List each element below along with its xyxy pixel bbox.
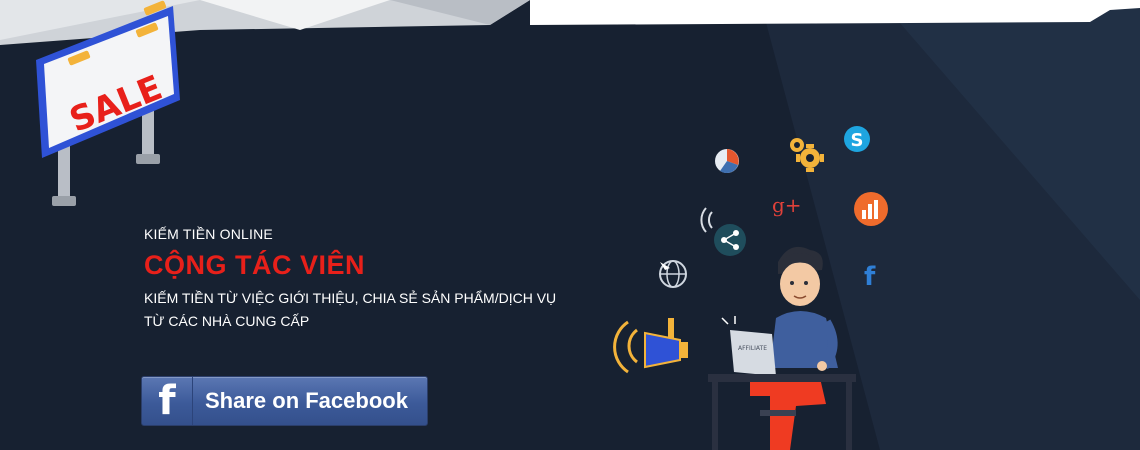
google-plus-icon: g+ <box>772 193 802 217</box>
affiliate-illustration: S g+ f AFFILIATE <box>613 126 888 450</box>
share-button-label: Share on Facebook <box>205 388 408 413</box>
analytics-chart-icon <box>854 192 888 226</box>
facebook-icon: f <box>142 377 193 425</box>
hero-kicker: KIẾM TIỀN ONLINE <box>144 226 273 242</box>
share-icon <box>714 224 746 256</box>
sale-billboard: SALE <box>36 0 180 206</box>
hero-copy: KIẾM TIỀN ONLINE CỘNG TÁC VIÊN KIẾM TIỀN… <box>144 226 556 333</box>
signal-icon <box>700 207 713 233</box>
hero-description-line-2: TỪ CÁC NHÀ CUNG CẤP <box>144 313 310 329</box>
globe-icon <box>659 260 687 288</box>
gears-icon <box>790 138 824 172</box>
skype-icon: S <box>844 126 870 152</box>
laptop: AFFILIATE <box>721 316 776 376</box>
hero-description: KIẾM TIỀN TỪ VIỆC GIỚI THIỆU, CHIA SẺ SẢ… <box>144 287 556 333</box>
facebook-small-icon: f <box>864 262 876 292</box>
megaphone-icon <box>613 318 688 374</box>
hero-description-line-1: KIẾM TIỀN TỪ VIỆC GIỚI THIỆU, CHIA SẺ SẢ… <box>144 290 557 306</box>
pie-chart-icon <box>715 149 739 174</box>
share-on-facebook-button[interactable]: f Share on Facebook <box>141 376 428 426</box>
laptop-label: AFFILIATE <box>738 345 767 352</box>
hero-title: CỘNG TÁC VIÊN <box>144 250 366 280</box>
skype-glyph: S <box>851 130 864 151</box>
